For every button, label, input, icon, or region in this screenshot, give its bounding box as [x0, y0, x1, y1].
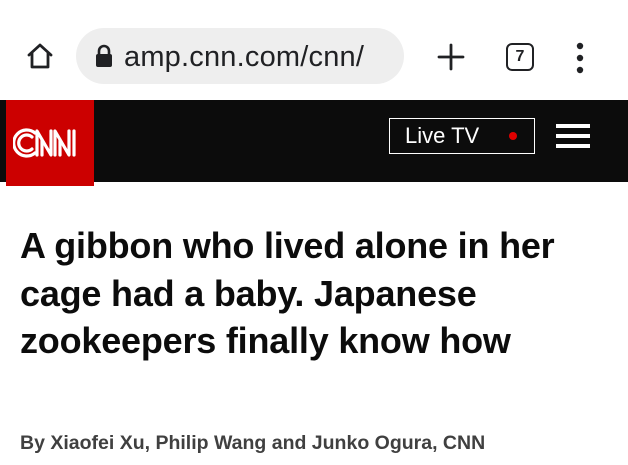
tab-count: 7: [515, 48, 525, 65]
home-button[interactable]: [22, 38, 58, 74]
lock-icon[interactable]: [94, 44, 114, 68]
cnn-logo-icon: [13, 128, 76, 158]
site-header: Live TV: [0, 100, 628, 186]
live-tv-label: Live TV: [405, 123, 480, 148]
article-byline: By Xiaofei Xu, Philip Wang and Junko Ogu…: [20, 432, 486, 454]
address-bar[interactable]: amp.cnn.com/cnn/: [76, 28, 404, 84]
home-icon: [27, 43, 53, 69]
article-headline: A gibbon who lived alone in her cage had…: [20, 225, 555, 361]
live-tv-button[interactable]: Live TV: [389, 118, 535, 154]
new-tab-button[interactable]: [436, 42, 466, 72]
live-indicator-icon: [509, 132, 517, 140]
url-text[interactable]: amp.cnn.com/cnn/: [124, 41, 364, 74]
cnn-logo[interactable]: [6, 100, 94, 186]
browser-toolbar: amp.cnn.com/cnn/ 7: [0, 0, 628, 100]
tab-switcher-button[interactable]: 7: [506, 43, 534, 71]
more-vert-icon[interactable]: [568, 40, 592, 76]
hamburger-menu-icon[interactable]: [556, 124, 590, 148]
